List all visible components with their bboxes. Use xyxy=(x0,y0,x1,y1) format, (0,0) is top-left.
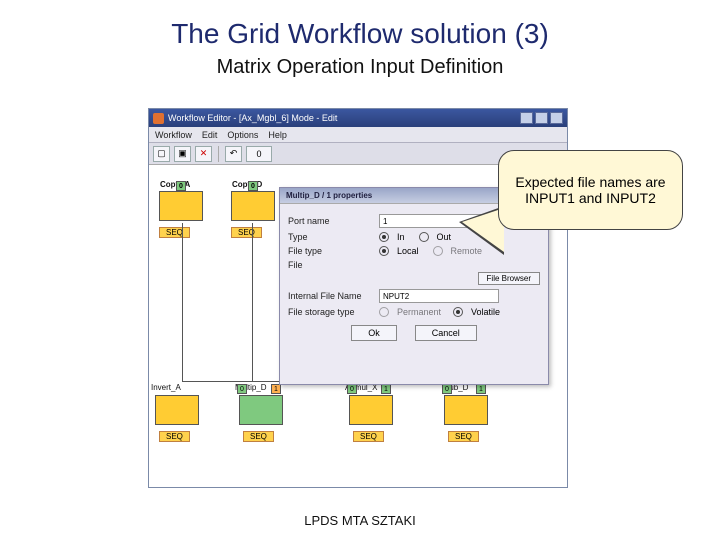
type-in-text: In xyxy=(397,232,405,242)
node-copy-d[interactable]: Copy_D 0 xyxy=(231,191,275,221)
port-0[interactable]: 0 xyxy=(176,181,186,191)
port-0[interactable]: 0 xyxy=(237,384,247,394)
label-storage: File storage type xyxy=(288,307,373,317)
internal-file-name-field[interactable] xyxy=(379,289,499,303)
window-title: Workflow Editor - [Ax_Mgbl_6] Mode - Edi… xyxy=(168,113,337,123)
radio-type-out[interactable] xyxy=(419,232,429,242)
storage-permanent: Permanent xyxy=(397,307,441,317)
ft-local: Local xyxy=(397,246,419,256)
node-invert-a[interactable] xyxy=(155,395,199,425)
label-file: File xyxy=(288,260,373,270)
seq-label: SEQ xyxy=(448,431,479,442)
menubar: Workflow Edit Options Help xyxy=(149,127,567,143)
connector xyxy=(252,223,253,381)
cancel-button[interactable]: Cancel xyxy=(415,325,477,341)
callout-text: Expected file names are INPUT1 and INPUT… xyxy=(509,174,672,206)
toolbar-open-icon[interactable]: ▣ xyxy=(174,146,191,162)
connector xyxy=(182,223,183,381)
seq-label: SEQ xyxy=(231,227,262,238)
seq-label: SEQ xyxy=(159,431,190,442)
node-sub-d[interactable] xyxy=(444,395,488,425)
slide-subtitle: Matrix Operation Input Definition xyxy=(0,56,720,79)
toolbar-zoom-field[interactable]: 0 xyxy=(246,146,272,162)
port-0[interactable]: 0 xyxy=(347,384,357,394)
label-internal: Internal File Name xyxy=(288,291,373,301)
toolbar-delete-icon[interactable]: ✕ xyxy=(195,146,212,162)
storage-volatile: Volatile xyxy=(471,307,500,317)
port-1[interactable]: 1 xyxy=(381,384,391,394)
toolbar-sep xyxy=(218,146,219,162)
maximize-button[interactable] xyxy=(535,112,548,124)
node-copy-a[interactable]: Copy_A 0 xyxy=(159,191,203,221)
port-1[interactable]: 1 xyxy=(271,384,281,394)
menu-edit[interactable]: Edit xyxy=(202,130,218,140)
node-a-mul-x[interactable] xyxy=(349,395,393,425)
type-out-text: Out xyxy=(437,232,452,242)
port-0[interactable]: 0 xyxy=(248,181,258,191)
radio-type-in[interactable] xyxy=(379,232,389,242)
toolbar-undo-icon[interactable]: ↶ xyxy=(225,146,242,162)
ok-button[interactable]: Ok xyxy=(351,325,397,341)
dialog-title: Multip_D / 1 properties xyxy=(286,191,372,200)
label-file-type: File type xyxy=(288,246,373,256)
toolbar-new-icon[interactable]: ▢ xyxy=(153,146,170,162)
menu-options[interactable]: Options xyxy=(227,130,258,140)
app-icon xyxy=(153,113,164,124)
minimize-button[interactable] xyxy=(520,112,533,124)
port-0[interactable]: 0 xyxy=(442,384,452,394)
radio-local[interactable] xyxy=(379,246,389,256)
label-type: Type xyxy=(288,232,373,242)
label-port-name: Port name xyxy=(288,216,373,226)
radio-volatile[interactable] xyxy=(453,307,463,317)
slide-title: The Grid Workflow solution (3) xyxy=(0,0,720,50)
radio-remote[interactable] xyxy=(433,246,443,256)
node-label: Invert_A xyxy=(151,383,181,392)
node-multip-d[interactable] xyxy=(239,395,283,425)
menu-workflow[interactable]: Workflow xyxy=(155,130,192,140)
file-browser-button[interactable]: File Browser xyxy=(478,272,540,285)
close-button[interactable] xyxy=(550,112,563,124)
seq-label: SEQ xyxy=(353,431,384,442)
titlebar: Workflow Editor - [Ax_Mgbl_6] Mode - Edi… xyxy=(149,109,567,127)
seq-label: SEQ xyxy=(159,227,190,238)
slide-footer: LPDS MTA SZTAKI xyxy=(0,513,720,528)
radio-permanent[interactable] xyxy=(379,307,389,317)
port-1[interactable]: 1 xyxy=(476,384,486,394)
seq-label: SEQ xyxy=(243,431,274,442)
annotation-callout: Expected file names are INPUT1 and INPUT… xyxy=(498,150,683,230)
menu-help[interactable]: Help xyxy=(268,130,287,140)
